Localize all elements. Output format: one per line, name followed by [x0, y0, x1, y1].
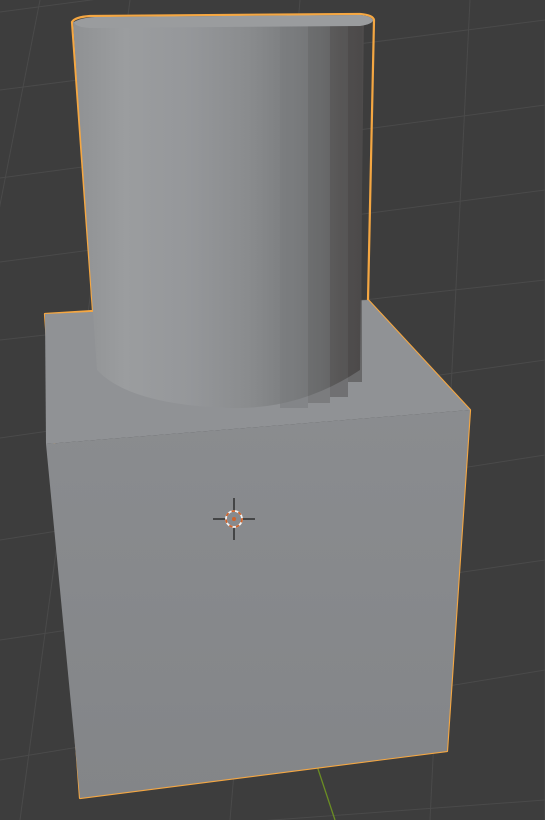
viewport-canvas[interactable] [0, 0, 545, 820]
cylinder-top [74, 15, 373, 28]
cube-front-face [46, 410, 470, 798]
cylinder-facets [280, 17, 362, 408]
3d-viewport[interactable] [0, 0, 545, 820]
